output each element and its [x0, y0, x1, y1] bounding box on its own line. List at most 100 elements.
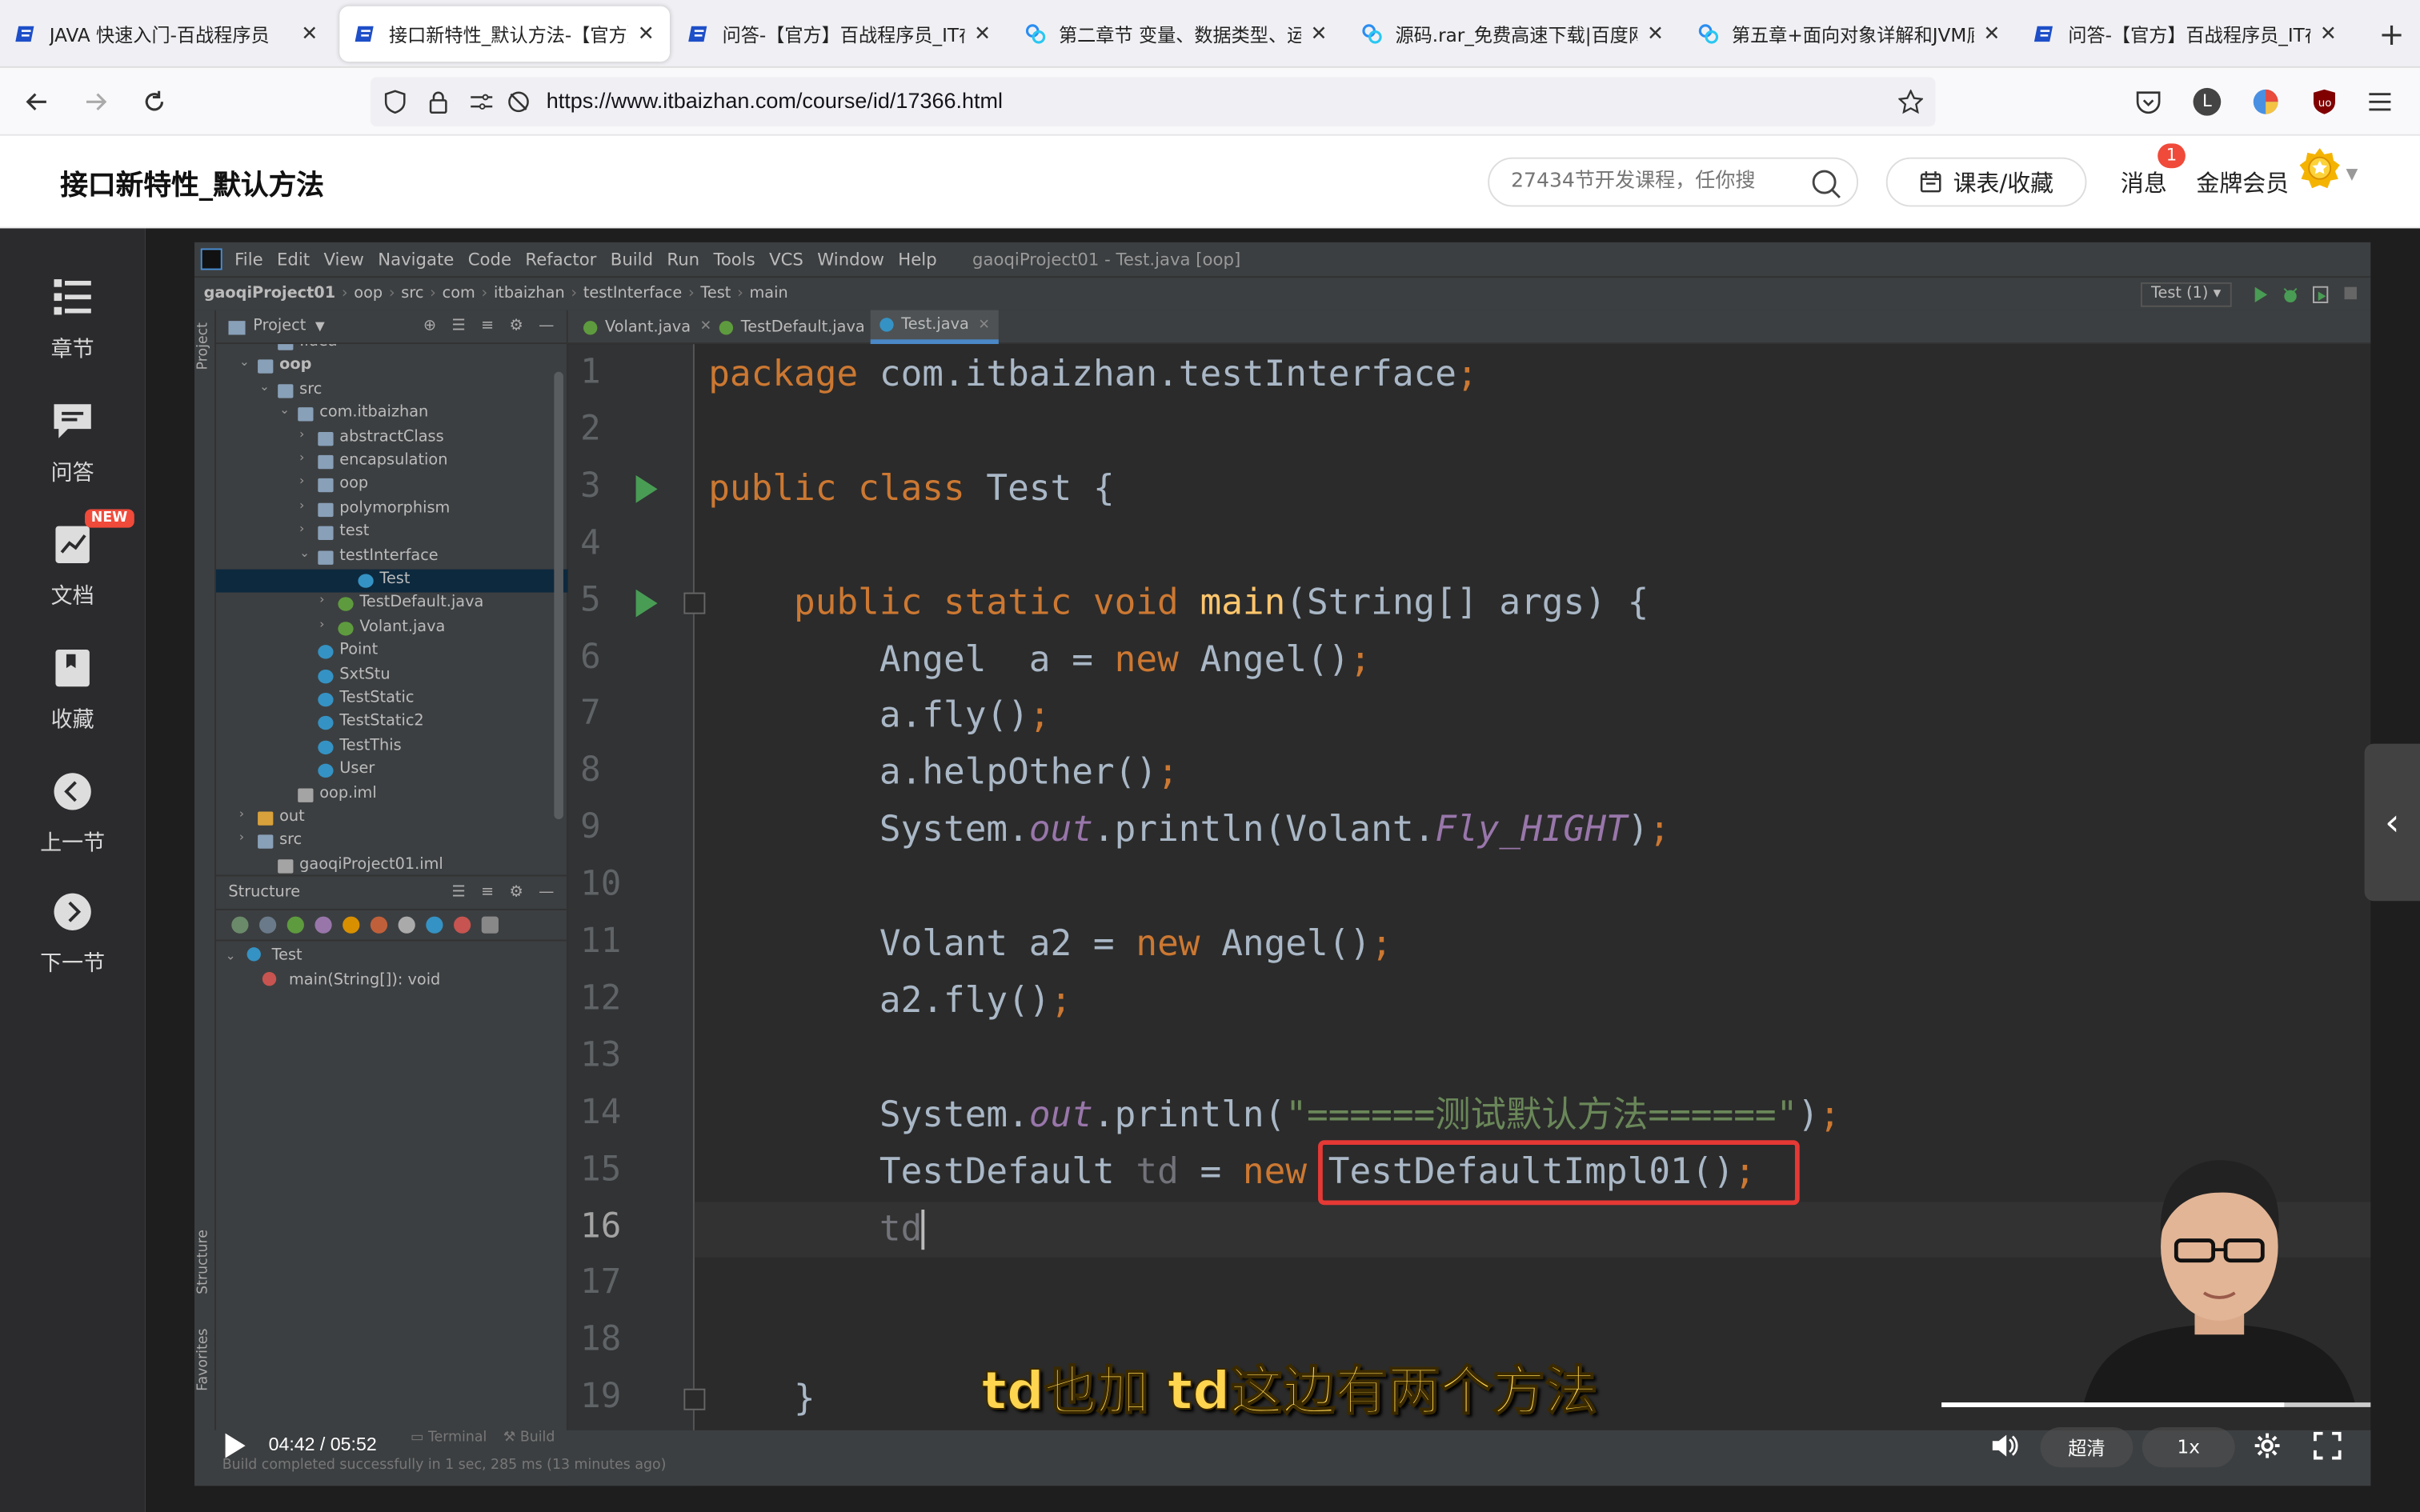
tree-row[interactable]: gaoqiProject01.iml	[216, 854, 568, 874]
structure-tool-tab[interactable]: Structure	[196, 1230, 211, 1294]
code-line[interactable]: Angel a = new Angel();	[708, 632, 1371, 687]
terminal-tool-tab[interactable]: ▭ Terminal	[411, 1430, 487, 1446]
ide-menu-item[interactable]: Window	[817, 249, 884, 269]
tree-row[interactable]: › .idea	[216, 344, 568, 355]
shield-icon[interactable]	[383, 90, 407, 114]
editor-tab[interactable]: Test.java ✕	[870, 310, 1000, 345]
browser-tab[interactable]: JAVA 快速入门-百战程序员 ✕	[0, 6, 334, 62]
run-icon[interactable]	[2254, 286, 2269, 304]
project-tree-scrollbar[interactable]	[554, 371, 563, 820]
tree-row[interactable]: User	[216, 759, 568, 782]
breadcrumb-item[interactable]: src	[401, 286, 423, 302]
tree-row[interactable]: › polymorphism	[216, 498, 568, 522]
show-lambdas-icon[interactable]	[398, 916, 415, 934]
sidebar-item[interactable]: 章节	[0, 274, 145, 364]
tree-row[interactable]: › test	[216, 522, 568, 545]
lock-icon[interactable]	[426, 90, 451, 114]
expand-all-icon[interactable]: ☰	[451, 884, 465, 901]
expanded-arrow-icon[interactable]: ⌄	[299, 546, 310, 559]
tree-row[interactable]: › encapsulation	[216, 450, 568, 474]
tree-row[interactable]: Point	[216, 641, 568, 664]
reload-icon[interactable]	[136, 83, 173, 120]
close-tab-icon[interactable]: ✕	[974, 22, 991, 46]
tree-row[interactable]: TestThis	[216, 736, 568, 759]
ide-menu-item[interactable]: Help	[898, 249, 936, 269]
volume-icon[interactable]	[1989, 1430, 2021, 1462]
course-search[interactable]	[1488, 157, 1859, 207]
sidebar-item[interactable]: 收藏	[0, 645, 145, 734]
code-line[interactable]: System.out.println(Volant.Fly_HIGHT);	[708, 802, 1670, 858]
tree-row[interactable]: › out	[216, 807, 568, 830]
browser-tab[interactable]: 问答-【官方】百战程序员_IT在 ✕	[2019, 6, 2353, 62]
coverage-icon[interactable]	[2312, 284, 2330, 306]
tree-row[interactable]: SxtStu	[216, 664, 568, 687]
ide-menu-item[interactable]: VCS	[769, 249, 803, 269]
collapsed-arrow-icon[interactable]: ›	[299, 498, 304, 512]
extension-colorful-icon[interactable]	[2247, 83, 2284, 120]
search-icon[interactable]	[1810, 168, 1841, 205]
code-line[interactable]: a2.fly();	[708, 974, 1072, 1029]
collapsed-arrow-icon[interactable]: ›	[239, 830, 244, 844]
editor-tab[interactable]: Volant.java ✕	[574, 310, 720, 344]
browser-tab[interactable]: 源码.rar_免费高速下载|百度网盘 ✕	[1346, 6, 1680, 62]
tree-row[interactable]: ⌄ com.itbaizhan	[216, 403, 568, 426]
breadcrumb-item[interactable]: gaoqiProject01	[204, 286, 336, 302]
fullscreen-icon[interactable]	[2312, 1430, 2343, 1462]
breadcrumb-item[interactable]: main	[750, 286, 788, 302]
code-line[interactable]: a.helpOther();	[708, 746, 1179, 801]
new-tab-button[interactable]: +	[2378, 15, 2404, 52]
tree-row[interactable]: TestStatic	[216, 688, 568, 711]
collapsed-arrow-icon[interactable]: ›	[239, 807, 244, 821]
show-anonymous-icon[interactable]	[426, 916, 443, 934]
back-icon[interactable]	[18, 83, 55, 120]
breadcrumb-item[interactable]: oop	[354, 286, 383, 302]
search-input[interactable]	[1511, 170, 1789, 194]
hide-panel-icon[interactable]: —	[539, 318, 554, 334]
avatar[interactable]: L	[2189, 83, 2226, 120]
expanded-arrow-icon[interactable]: ⌄	[239, 355, 250, 369]
browser-tab[interactable]: 第五章+面向对象详解和JVM底 ✕	[1682, 6, 2016, 62]
collapsed-arrow-icon[interactable]: ›	[319, 617, 324, 630]
run-gutter-icon[interactable]	[635, 474, 658, 503]
project-tool-tab[interactable]: Project	[196, 322, 211, 370]
sidebar-item[interactable]: 文档 NEW	[0, 509, 145, 611]
collapsed-arrow-icon[interactable]: ›	[259, 344, 264, 346]
forward-icon[interactable]	[77, 83, 114, 120]
favorites-tool-tab[interactable]: Favorites	[196, 1329, 211, 1391]
url-bar[interactable]: https://www.itbaizhan.com/course/id/1736…	[370, 77, 1936, 127]
autoscroll-icon[interactable]	[481, 916, 499, 934]
show-methods-icon[interactable]	[454, 916, 471, 934]
sort-by-visibility-icon[interactable]	[231, 916, 249, 934]
video-progress-bar[interactable]	[1941, 1402, 2371, 1407]
structure-class-row[interactable]: ⌄ Test	[226, 947, 302, 964]
settings-gear-icon[interactable]: ⚙	[509, 318, 523, 334]
show-inherited-icon[interactable]	[286, 916, 304, 934]
code-line[interactable]: td	[708, 1201, 926, 1256]
debug-icon[interactable]	[2281, 284, 2299, 306]
breadcrumb-item[interactable]: itbaizhan	[494, 286, 565, 302]
browser-tab[interactable]: 接口新特性_默认方法-【官方】 ✕	[339, 6, 671, 62]
ide-menu-item[interactable]: Edit	[277, 249, 310, 269]
tree-row[interactable]: oop.iml	[216, 783, 568, 806]
speed-selector[interactable]: 1x	[2142, 1426, 2235, 1468]
fold-marker-icon[interactable]	[683, 591, 706, 614]
tree-row[interactable]: ⌄ oop	[216, 355, 568, 378]
close-tab-icon[interactable]: ✕	[2320, 22, 2337, 46]
gold-medal-icon[interactable]	[2295, 145, 2345, 200]
camera-blocked-icon[interactable]	[507, 90, 531, 114]
close-tab-icon[interactable]: ✕	[1311, 22, 1328, 46]
collapsed-arrow-icon[interactable]: ›	[299, 450, 304, 464]
build-tool-tab[interactable]: ⚒ Build	[503, 1430, 555, 1446]
ide-menu-item[interactable]: Run	[667, 249, 699, 269]
show-non-public-icon[interactable]	[370, 916, 388, 934]
code-line[interactable]: public static void main(String[] args) {	[708, 575, 1649, 630]
editor-tab[interactable]: TestDefault.java✕	[710, 310, 895, 344]
settings-gear-icon[interactable]	[2252, 1430, 2283, 1462]
sidebar-item[interactable]: 上一节	[0, 768, 145, 858]
ublock-icon[interactable]: uo	[2306, 83, 2342, 120]
structure-method-row[interactable]: main(String[]): void	[262, 972, 440, 989]
bookmark-star-icon[interactable]	[1898, 89, 1924, 114]
hide-panel-icon[interactable]: —	[539, 884, 554, 901]
expanded-arrow-icon[interactable]: ⌄	[259, 379, 270, 393]
project-view-dropdown-icon[interactable]: ▼	[315, 319, 325, 333]
